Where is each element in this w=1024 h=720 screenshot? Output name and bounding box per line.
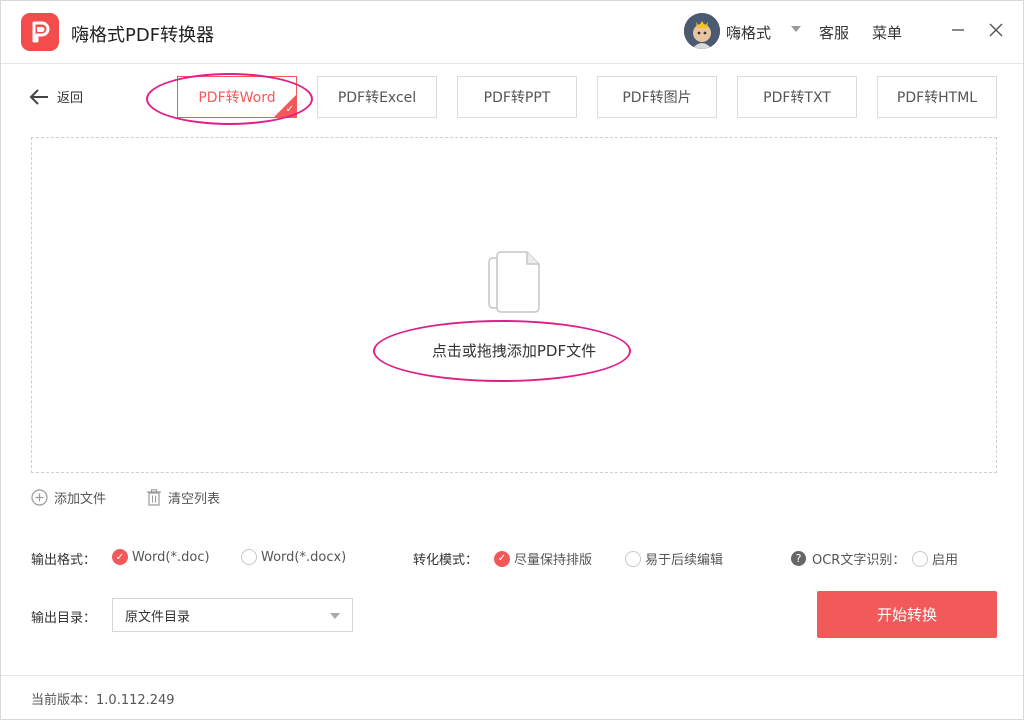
radio-unchecked-icon [912, 550, 928, 567]
format-doc-radio[interactable]: ✓ Word(*.doc) [112, 549, 210, 565]
clear-list-label: 清空列表 [168, 492, 221, 507]
close-icon [989, 23, 1003, 37]
document-icon [488, 251, 540, 313]
radio-checked-icon: ✓ [494, 550, 510, 567]
user-name[interactable]: 嗨格式 [726, 22, 771, 43]
clear-list-button[interactable]: 清空列表 [146, 488, 220, 507]
radio-unchecked-icon [241, 549, 257, 565]
app-title: 嗨格式PDF转换器 [71, 25, 215, 46]
output-format-label: 输出格式： [31, 553, 97, 568]
radio-checked-icon: ✓ [112, 549, 128, 565]
tab-pdf-to-ppt[interactable]: PDF转PPT [457, 76, 577, 118]
tab-label: PDF转PPT [483, 90, 551, 106]
mode-keep-layout-label: 尽量保持排版 [514, 553, 593, 568]
user-dropdown-arrow-icon[interactable] [791, 26, 801, 32]
app-window: 嗨格式PDF转换器 嗨格式 客服 菜单 返回 PDF转Word ✓ PDF转Ex… [0, 0, 1024, 720]
tab-pdf-to-image[interactable]: PDF转图片 [597, 76, 717, 118]
convert-mode-label: 转化模式： [413, 553, 479, 568]
tab-label: PDF转图片 [622, 90, 692, 106]
drop-zone-text: 点击或拖拽添加PDF文件 [431, 342, 597, 360]
app-logo [21, 13, 59, 51]
customer-service-link[interactable]: 客服 [819, 22, 849, 43]
file-drop-zone[interactable]: 点击或拖拽添加PDF文件 [31, 137, 997, 473]
ocr-label: OCR文字识别： [812, 553, 906, 568]
avatar[interactable] [684, 13, 720, 49]
output-dir-label: 输出目录： [31, 611, 97, 626]
mode-keep-layout-radio[interactable]: ✓ 尽量保持排版 [494, 549, 592, 568]
avatar-image-icon [684, 13, 720, 49]
header-divider [1, 63, 1023, 64]
output-dir-value: 原文件目录 [125, 609, 191, 625]
minimize-icon [952, 29, 964, 31]
radio-unchecked-icon [625, 550, 641, 567]
version-label: 当前版本： [31, 693, 97, 708]
mode-easy-edit-label: 易于后续编辑 [645, 553, 724, 568]
tab-label: PDF转TXT [763, 90, 831, 106]
back-button[interactable]: 返回 [29, 87, 83, 106]
output-dir-select[interactable]: 原文件目录 [112, 598, 353, 632]
minimize-button[interactable] [945, 17, 971, 43]
format-docx-radio[interactable]: Word(*.docx) [241, 549, 346, 565]
trash-icon [147, 489, 161, 506]
tab-pdf-to-txt[interactable]: PDF转TXT [737, 76, 857, 118]
pdf-logo-icon [32, 21, 50, 43]
help-icon[interactable]: ? [791, 551, 806, 566]
tab-label: PDF转HTML [896, 90, 978, 106]
title-bar: 嗨格式PDF转换器 嗨格式 客服 菜单 [1, 1, 1023, 63]
add-file-button[interactable]: 添加文件 [31, 488, 106, 507]
ocr-enable-radio[interactable]: 启用 [912, 549, 958, 568]
back-label: 返回 [57, 91, 84, 106]
format-docx-label: Word(*.docx) [261, 549, 347, 565]
tab-pdf-to-word[interactable]: PDF转Word ✓ [177, 76, 297, 118]
add-circle-icon [31, 489, 48, 506]
ocr-option: ? OCR文字识别： [791, 549, 905, 568]
tab-pdf-to-html[interactable]: PDF转HTML [877, 76, 997, 118]
chevron-down-icon [330, 613, 340, 619]
ocr-enable-label: 启用 [932, 553, 959, 568]
version-info: 当前版本：1.0.112.249 [31, 689, 175, 708]
format-doc-label: Word(*.doc) [132, 549, 210, 565]
arrow-left-icon [29, 88, 48, 105]
mode-easy-edit-radio[interactable]: 易于后续编辑 [625, 549, 723, 568]
checkmark-icon: ✓ [285, 104, 294, 115]
tab-pdf-to-excel[interactable]: PDF转Excel [317, 76, 437, 118]
version-value: 1.0.112.249 [96, 693, 175, 708]
close-button[interactable] [983, 17, 1009, 43]
menu-link[interactable]: 菜单 [872, 22, 902, 43]
footer-divider [1, 675, 1023, 676]
start-convert-button[interactable]: 开始转换 [817, 591, 997, 638]
tab-label: PDF转Excel [337, 90, 417, 106]
tab-label: PDF转Word [198, 90, 276, 106]
add-file-label: 添加文件 [54, 492, 107, 507]
